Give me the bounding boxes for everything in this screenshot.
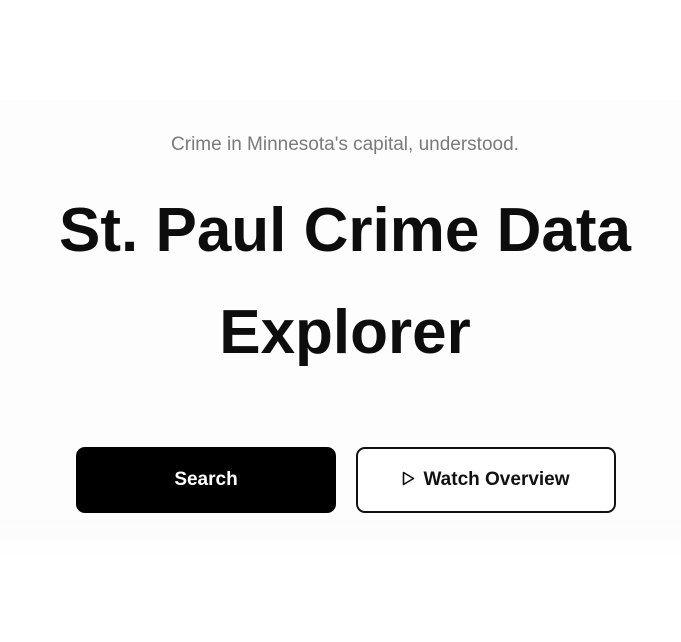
hero-tagline: Crime in Minnesota's capital, understood…: [171, 134, 519, 155]
hero-fade: [0, 520, 681, 560]
page-title-line-2: Explorer: [219, 298, 471, 367]
page-title: St. Paul Crime Data Explorer: [0, 180, 681, 384]
search-button[interactable]: Search: [76, 447, 336, 513]
page-title-line-1: St. Paul Crime Data: [59, 196, 631, 265]
search-button-label: Search: [174, 469, 238, 490]
watch-overview-label: Watch Overview: [423, 469, 570, 490]
watch-overview-button[interactable]: Watch Overview: [356, 447, 616, 513]
play-icon: [402, 471, 415, 486]
